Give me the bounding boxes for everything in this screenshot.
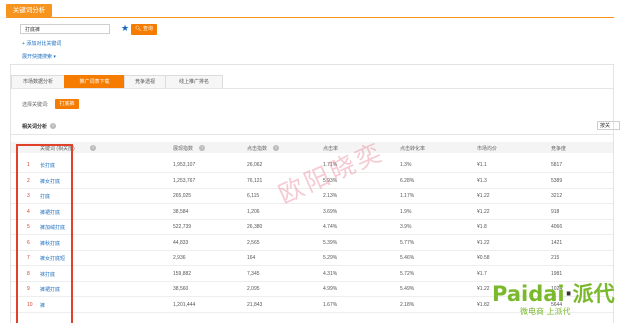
selected-keyword-chip[interactable]: 打底裤 (55, 99, 79, 109)
expand-quick-search-link[interactable]: 展开快捷搜索 ▾ (22, 53, 56, 60)
help-icon[interactable]: ? (199, 145, 205, 151)
cell-competition: 215 (551, 255, 560, 261)
cell-clicks: 2,095 (247, 286, 260, 292)
cell-ctr: 5.39% (323, 239, 338, 246)
cell-impressions: 44,833 (173, 239, 189, 246)
cell-price: ¥1.22 (477, 239, 490, 246)
cell-ctr: 5.29% (323, 255, 338, 261)
cell-impressions: 38,560 (173, 286, 189, 292)
sort-select[interactable]: 按关 (597, 121, 620, 130)
cell-clicks: 7,345 (247, 270, 260, 277)
section-divider (11, 134, 613, 135)
cell-ctr: 4.74% (323, 224, 338, 230)
cell-price: ¥0.58 (477, 255, 490, 261)
cell-cvr: 6.28% (400, 177, 415, 184)
cell-ctr: 4.31% (323, 270, 338, 277)
column-header-5[interactable]: 市场均价 (477, 145, 497, 152)
cell-cvr: 5.49% (400, 286, 415, 292)
cell-clicks: 2,565 (247, 239, 260, 246)
page-title: 关键词分析 (6, 4, 52, 17)
cell-cvr: 1.9% (400, 208, 412, 215)
cell-cvr: 5.46% (400, 255, 415, 261)
cell-competition: 1421 (551, 239, 563, 246)
cell-cvr: 1.17% (400, 193, 415, 199)
add-compare-label: 添加对比关键词 (26, 41, 62, 47)
tab-3[interactable]: 线上推广排名 (165, 75, 223, 88)
search-icon: 🔍︎ (135, 26, 142, 32)
logo-cn: 派代 (572, 282, 615, 306)
keyword-input[interactable]: 打底裤 (20, 24, 110, 34)
help-icon[interactable]: ? (90, 145, 96, 151)
header-divider (6, 17, 614, 18)
cell-clicks: 26,062 (247, 162, 263, 168)
expand-label: 展开快捷搜索 (22, 54, 53, 60)
cell-competition: 918 (551, 208, 560, 215)
logo-latin: Paidai (492, 282, 565, 306)
add-compare-keyword-link[interactable]: + 添加对比关键词 (22, 40, 61, 47)
logo-tagline: 微电商 上派代 (520, 307, 571, 316)
chevron-down-icon: ▾ (53, 54, 56, 60)
cell-price: ¥1.7 (477, 270, 487, 277)
row-divider (11, 234, 613, 235)
related-words-title: 相关词分析 (22, 124, 48, 130)
query-button[interactable]: 🔍︎ 查询 (131, 24, 157, 35)
cell-cvr: 3.9% (400, 224, 412, 230)
cell-competition: 5389 (551, 177, 563, 184)
cell-impressions: 265,025 (173, 193, 192, 199)
plus-icon: + (22, 41, 25, 47)
column-header-6[interactable]: 竞争度 (551, 145, 566, 152)
cell-impressions: 38,584 (173, 208, 189, 215)
cell-price: ¥1.22 (477, 286, 490, 292)
cell-price: ¥1.3 (477, 177, 487, 184)
cell-impressions: 1,201,444 (173, 301, 196, 308)
tab-0[interactable]: 市场数据分析 (11, 75, 65, 88)
cell-price: ¥1.8 (477, 224, 487, 230)
star-icon[interactable]: ★ (121, 22, 129, 34)
cell-impressions: 1,253,767 (173, 177, 196, 184)
column-header-2[interactable]: 点击指数 (247, 145, 267, 152)
cell-impressions: 159,882 (173, 270, 192, 277)
cell-impressions: 2,936 (173, 255, 186, 261)
cell-price: ¥1.82 (477, 301, 490, 308)
cell-impressions: 522,739 (173, 224, 192, 230)
help-icon[interactable]: ? (50, 123, 56, 129)
table-header (11, 142, 613, 153)
cell-cvr: 5.72% (400, 270, 415, 277)
cell-ctr: 2.13% (323, 193, 338, 199)
cell-clicks: 21,843 (247, 301, 263, 308)
cell-price: ¥1.1 (477, 162, 487, 168)
cell-price: ¥1.22 (477, 193, 490, 199)
row-divider (11, 265, 613, 266)
selected-keyword-label: 选择关键词: (22, 102, 49, 108)
tab-2[interactable]: 竞争透视 (124, 75, 166, 88)
column-header-4[interactable]: 点击转化率 (400, 145, 425, 152)
cell-competition: 3212 (551, 193, 563, 199)
paidai-logo: Paidai·派代 (492, 283, 615, 305)
cell-clicks: 1,206 (247, 208, 260, 215)
cell-cvr: 1.3% (400, 162, 412, 168)
tab-1[interactable]: 推广词表下载 (64, 75, 125, 88)
row-divider (11, 218, 613, 220)
column-header-1[interactable]: 展现指数 (173, 145, 193, 152)
cell-clicks: 6,115 (247, 193, 260, 199)
cell-competition: 4066 (551, 224, 563, 230)
cell-price: ¥1.22 (477, 208, 490, 215)
cell-cvr: 2.18% (400, 301, 415, 308)
cell-clicks: 76,121 (247, 177, 263, 184)
cell-clicks: 26,380 (247, 224, 263, 230)
cell-impressions: 1,953,107 (173, 162, 196, 168)
help-icon[interactable]: ? (273, 145, 279, 151)
cell-cvr: 5.77% (400, 239, 415, 246)
cell-ctr: 3.69% (323, 208, 338, 215)
cell-competition: 1981 (551, 270, 563, 277)
highlight-box (16, 144, 73, 323)
cell-clicks: 164 (247, 255, 256, 261)
row-divider (11, 203, 613, 204)
cell-competition: 5817 (551, 162, 563, 168)
query-button-label: 查询 (142, 26, 153, 32)
logo-separator: · (564, 282, 573, 306)
row-divider (11, 249, 613, 251)
cell-ctr: 4.99% (323, 286, 338, 292)
cell-ctr: 1.67% (323, 301, 338, 308)
